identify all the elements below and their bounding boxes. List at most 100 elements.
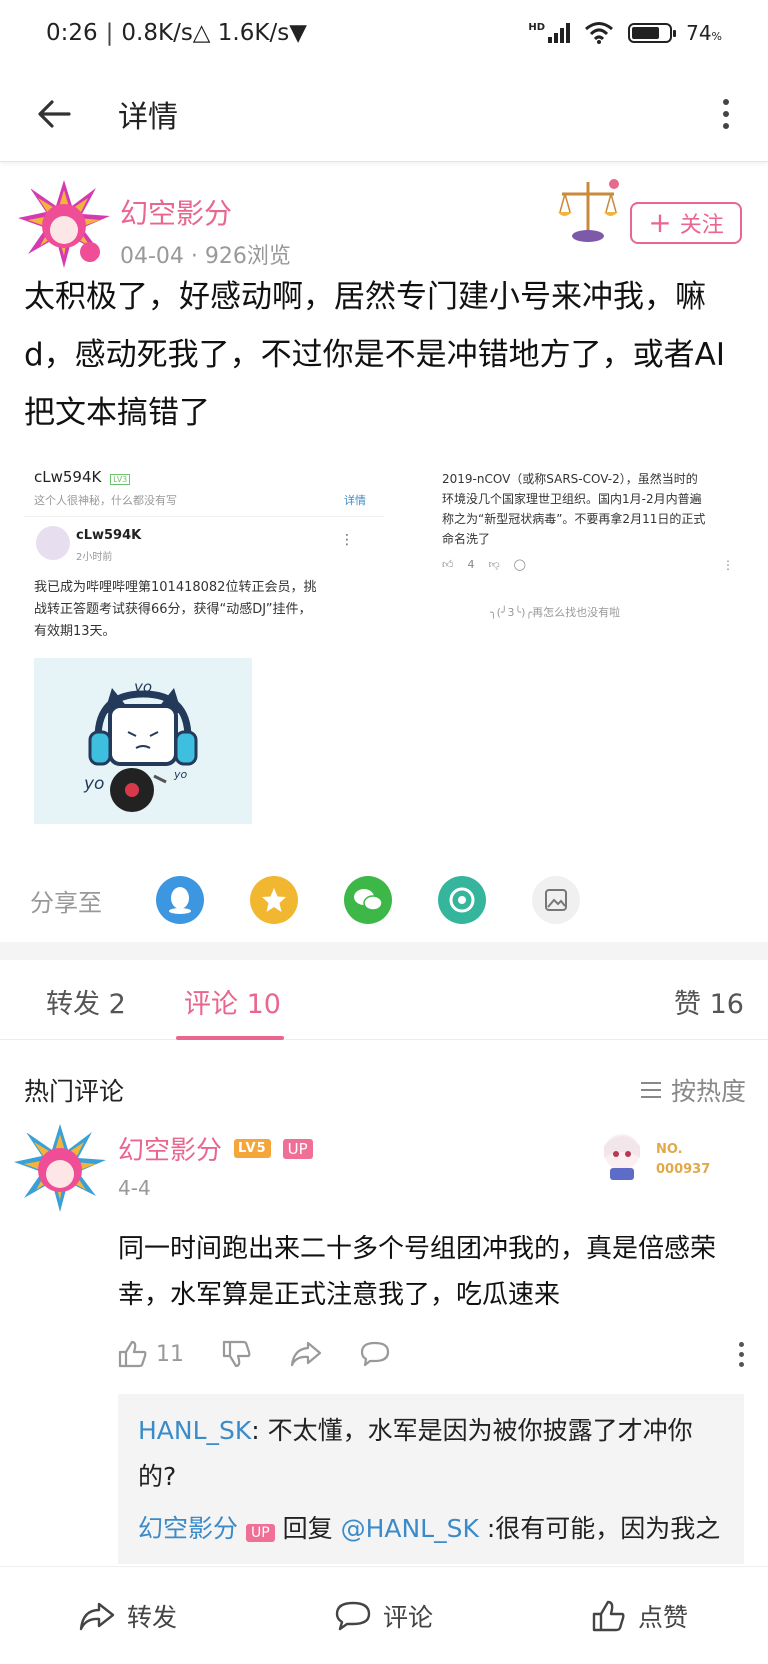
clock: 0:26: [46, 20, 98, 46]
shot-r-comment-icon: ◯: [513, 558, 526, 571]
shot-r-line-2: 环境没几个国家理世卫组织。国内1月-2月内普遍: [442, 492, 702, 506]
battery-percent: 74%: [686, 21, 722, 45]
battery-icon: [628, 23, 677, 43]
shot-r-end-note: ╮(╯3╰)╭再怎么找也没有啦: [490, 606, 621, 619]
shot-divider: [24, 516, 384, 517]
shot-r-line-3: 称之为“新型冠状病毒”。不要再拿2月11日的正式: [442, 512, 706, 526]
post-body: 太积极了，好感动啊，居然专门建小号来冲我，嘛d，感动死我了，不过你是不是冲错地方…: [24, 279, 726, 431]
author-avatar[interactable]: [16, 176, 112, 272]
bottom-like-button[interactable]: 点赞: [512, 1598, 768, 1634]
dj-sticker: yo yo yo: [34, 658, 252, 824]
shot-r-dislike-icon: 👎︎: [488, 558, 500, 571]
share-row: 分享至: [0, 860, 768, 940]
reply-button[interactable]: [360, 1341, 390, 1367]
status-icons: HD 74%: [528, 21, 722, 45]
sticker-yo-1: yo: [134, 678, 153, 696]
follow-label: 关注: [679, 213, 724, 238]
shot-r-like-count: 4: [467, 558, 475, 571]
tab-likes[interactable]: 赞 16: [674, 982, 744, 1021]
shot-inner-user: cLw594K: [76, 528, 142, 543]
tab-repost[interactable]: 转发 2: [46, 982, 126, 1021]
fan-mascot-icon: [604, 1134, 640, 1180]
speech-bubble-icon: [360, 1341, 390, 1367]
share-label: 分享至: [30, 888, 102, 917]
more-options-button[interactable]: [706, 86, 746, 142]
network-speed: 0.8K/s△ 1.6K/s▼: [121, 20, 307, 46]
wifi-icon: [585, 22, 614, 44]
bottom-comment-button[interactable]: 评论: [256, 1598, 512, 1634]
sticker-yo-2: yo: [84, 774, 105, 794]
signal-icon: HD: [528, 22, 571, 43]
sort-icon: [640, 1082, 661, 1098]
like-count: 11: [156, 1341, 184, 1367]
reply-item: 幻空影分 UP 回复 @HANL_SK :很有可能，因为我之前披露过水军操作，他…: [138, 1506, 724, 1564]
like-button[interactable]: 11: [118, 1340, 184, 1368]
sticker-yo-3: yo: [174, 768, 188, 781]
reply-thread[interactable]: HANL_SK: 不太懂，水军是因为被你披露了才冲你的? 幻空影分 UP 回复 …: [118, 1394, 744, 1564]
up-badge: UP: [282, 1138, 313, 1159]
section-separator: [0, 942, 768, 960]
forward-arrow-icon: [79, 1602, 115, 1630]
hd-label: HD: [528, 22, 546, 33]
page-title: 详情: [118, 99, 178, 135]
detail-tabs: 转发 2 评论 10 赞 16: [0, 960, 768, 1040]
post-image-left[interactable]: cLw594K LV3 这个人很神秘，什么都没有写 详情 cLw594K 2小时…: [24, 462, 384, 824]
post-meta: 04-04 · 926浏览: [120, 244, 291, 269]
bottom-repost-label: 转发: [126, 1602, 177, 1632]
avatar-image-icon: [12, 1120, 108, 1216]
shot-avatar: [36, 526, 70, 560]
fan-number: NO. 000937: [656, 1142, 711, 1177]
reply-author[interactable]: 幻空影分: [138, 1514, 238, 1543]
commenter-name[interactable]: 幻空影分 LV5 UP: [118, 1130, 313, 1167]
bottom-action-bar: 转发 评论 点赞: [0, 1566, 768, 1664]
sort-button[interactable]: 按热度: [640, 1072, 746, 1108]
comment-actions: 11: [118, 1334, 748, 1374]
comment-date: 4-4: [118, 1176, 151, 1200]
qq-icon[interactable]: [156, 876, 204, 924]
shot-inner-time: 2小时前: [76, 552, 113, 563]
libra-decoration-icon: [558, 179, 619, 242]
qzone-icon[interactable]: [250, 876, 298, 924]
shot-r-actions: 👍︎ 4 👎︎ ◯: [442, 558, 526, 571]
status-divider: |: [105, 20, 114, 46]
post-image-right[interactable]: 2019-nCOV（或称SARS-COV-2），虽然当时的 环境没几个国家理世卫…: [426, 462, 744, 632]
plus-icon: +: [648, 206, 672, 239]
bottom-like-label: 点赞: [637, 1602, 688, 1632]
shot-user: cLw594K LV3: [34, 468, 131, 486]
shot-more-icon: ⋮: [340, 532, 354, 548]
shot-r-line-4: 命名洗了: [442, 532, 491, 546]
bottom-repost-button[interactable]: 转发: [0, 1598, 256, 1634]
status-bar: 0:26 | 0.8K/s△ 1.6K/s▼ HD 74%: [0, 0, 768, 66]
fan-badge: NO. 000937: [596, 1126, 746, 1186]
reply-target[interactable]: @HANL_SK: [341, 1514, 479, 1543]
commenter-avatar[interactable]: [12, 1120, 108, 1216]
comment-more-button[interactable]: [739, 1341, 744, 1367]
shot-r-more-icon: ⋮: [722, 558, 734, 572]
shot-text-3: 有效期13天。: [34, 624, 116, 639]
dislike-button[interactable]: [222, 1340, 252, 1368]
shot-bio: 这个人很神秘，什么都没有写: [34, 494, 177, 507]
shot-r-like-icon: 👍︎: [442, 558, 454, 571]
wechat-icon[interactable]: [344, 876, 392, 924]
reply-author[interactable]: HANL_SK: [138, 1416, 251, 1445]
shot-r-line-1: 2019-nCOV（或称SARS-COV-2），虽然当时的: [442, 472, 698, 486]
back-button[interactable]: [26, 86, 82, 142]
moments-icon[interactable]: [438, 876, 486, 924]
up-badge: UP: [245, 1524, 275, 1542]
thumbs-up-icon: [592, 1600, 625, 1631]
author-name[interactable]: 幻空影分: [120, 192, 232, 232]
forward-arrow-icon: [290, 1341, 322, 1367]
speech-bubble-icon: [335, 1601, 371, 1630]
tab-comments[interactable]: 评论 10: [184, 982, 281, 1021]
avatar-image-icon: [16, 176, 112, 272]
share-comment-button[interactable]: [290, 1341, 322, 1367]
follow-button[interactable]: + 关注: [630, 202, 742, 244]
active-tab-indicator: [176, 1036, 284, 1040]
thumbs-down-icon: [222, 1340, 251, 1368]
reply-word: 回复: [274, 1514, 341, 1543]
comment-text: 同一时间跑出来二十多个号组团冲我的，真是倍感荣幸，水军算是正式注意我了，吃瓜速来: [118, 1234, 717, 1310]
shot-text-2: 战转正答题考试获得66分，获得“动感DJ”挂件，: [34, 602, 312, 617]
gallery-icon[interactable]: [532, 876, 580, 924]
sort-label: 按热度: [670, 1077, 746, 1106]
bottom-comment-label: 评论: [382, 1602, 433, 1632]
